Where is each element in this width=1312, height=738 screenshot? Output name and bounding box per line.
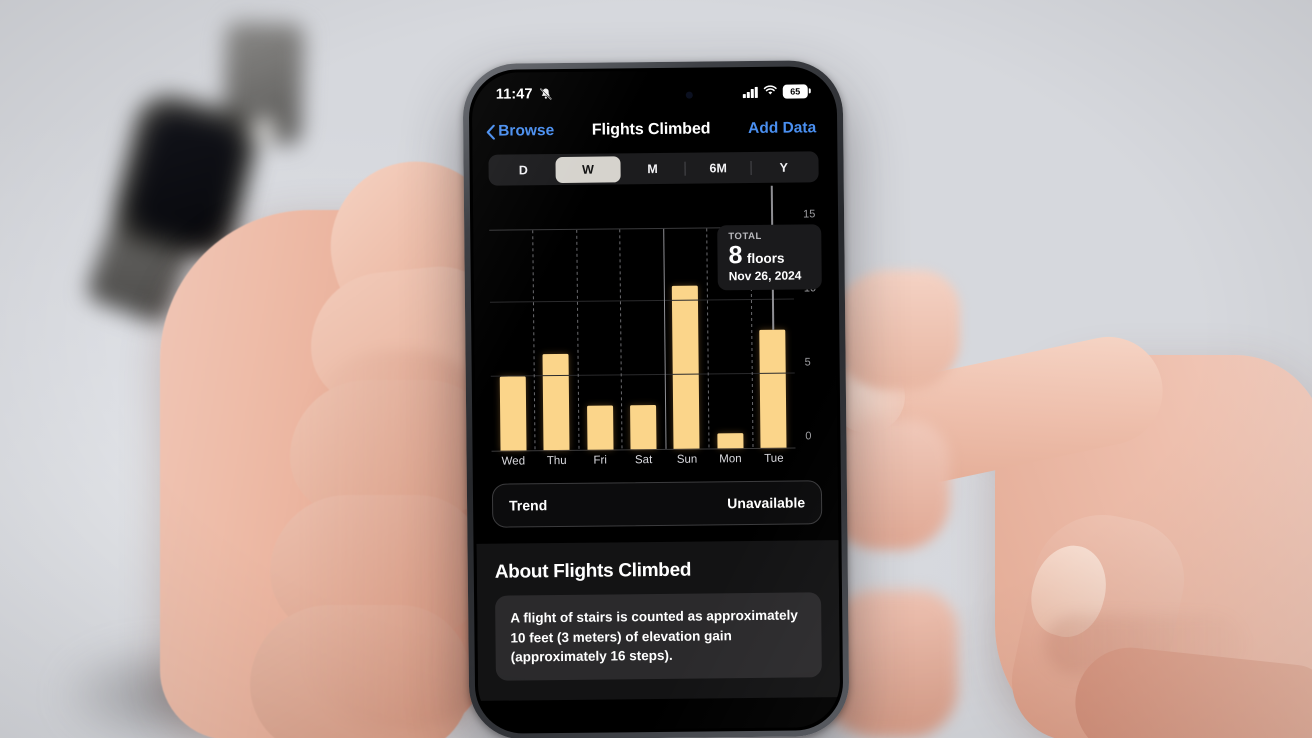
photo-vignette <box>0 0 1312 738</box>
